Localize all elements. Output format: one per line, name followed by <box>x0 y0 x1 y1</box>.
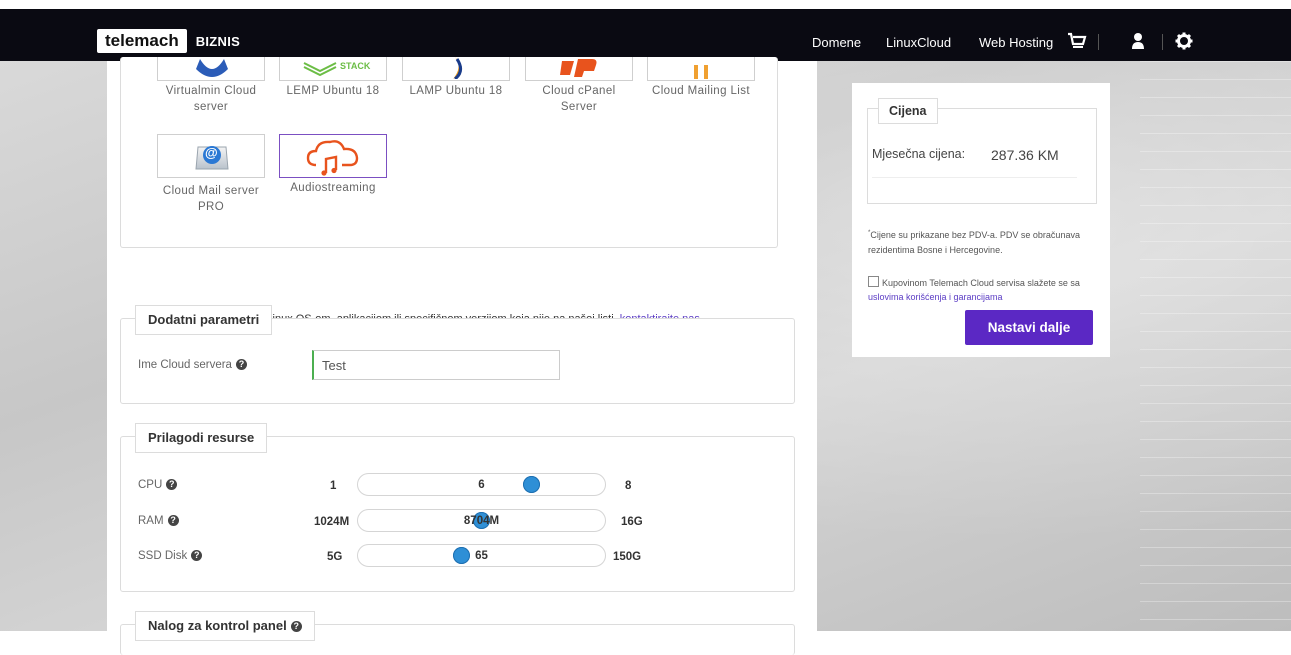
app-cpanel[interactable] <box>525 57 633 81</box>
app-label-audiostreaming: Audiostreaming <box>290 182 376 194</box>
app-label-cpanel: Cloud cPanel Server <box>542 85 616 113</box>
terms-checkbox[interactable] <box>868 276 879 287</box>
section-legend: Dodatni parametri <box>135 305 273 335</box>
nav-link-web-hosting[interactable]: Web Hosting <box>979 35 1053 50</box>
help-icon[interactable]: ? <box>235 359 247 371</box>
brand-name: telemach <box>97 29 187 53</box>
help-icon[interactable]: ? <box>191 550 203 562</box>
app-lamp[interactable] <box>402 57 510 81</box>
terms-agreement: Kupovinom Telemach Cloud servisa slažete… <box>868 276 1080 302</box>
help-icon[interactable]: ? <box>167 515 179 527</box>
terms-link[interactable]: uslovima korišćenja i garancijama <box>868 292 1003 302</box>
cloud-music-icon <box>306 140 359 176</box>
cpu-value: 6 <box>478 479 485 491</box>
ssd-min: 5G <box>327 551 343 563</box>
cpu-slider-thumb[interactable] <box>522 476 540 493</box>
background-decoration <box>1140 61 1291 631</box>
virtualmin-logo-icon <box>196 59 228 77</box>
brand-logo[interactable]: telemach BIZNIS <box>97 29 240 53</box>
ssd-value: 65 <box>475 550 488 562</box>
app-lemp[interactable]: STACK <box>279 57 387 81</box>
lemp-logo-icon <box>303 62 337 77</box>
app-label-lemp: LEMP Ubuntu 18 <box>286 85 380 97</box>
cpu-max: 8 <box>625 480 632 492</box>
ram-min: 1024M <box>314 516 350 528</box>
server-name-input[interactable] <box>312 350 560 380</box>
app-mailing-list[interactable] <box>647 57 755 81</box>
app-label-mailing-list: Cloud Mailing List <box>652 85 750 97</box>
control-panel-account-section: Nalog za kontrol panel? <box>120 611 795 655</box>
user-icon[interactable] <box>1131 32 1145 54</box>
ram-label: RAM? <box>138 515 179 527</box>
top-navbar: telemach BIZNIS Domene LinuxCloud Web Ho… <box>0 9 1291 61</box>
help-icon[interactable]: ? <box>166 479 178 491</box>
app-label-mail-server-pro: Cloud Mail server PRO <box>162 185 260 213</box>
nav-separator <box>1098 34 1099 50</box>
app-label-lamp: LAMP Ubuntu 18 <box>409 85 503 97</box>
ram-value: 8704M <box>463 515 500 527</box>
section-legend: Nalog za kontrol panel? <box>135 611 315 641</box>
nav-link-domene[interactable]: Domene <box>812 35 861 50</box>
mailing-list-logo-icon <box>694 65 708 79</box>
server-name-label: Ime Cloud servera? <box>138 359 247 371</box>
apps-section: STACK Virtualmin Cloud server LEMP Ubuntu… <box>120 57 778 248</box>
nav-link-linuxcloud[interactable]: LinuxCloud <box>886 35 951 50</box>
section-legend: Prilagodi resurse <box>135 423 268 453</box>
gear-icon[interactable] <box>1175 32 1193 54</box>
continue-button[interactable]: Nastavi dalje <box>965 310 1093 345</box>
screen-top <box>0 0 1291 9</box>
ram-max: 16G <box>621 516 643 528</box>
divider <box>872 177 1077 178</box>
configuration-panel: STACK Virtualmin Cloud server LEMP Ubuntu… <box>107 57 817 655</box>
cpu-min: 1 <box>330 480 337 492</box>
cpanel-logo-icon <box>560 59 597 77</box>
app-audiostreaming[interactable] <box>279 134 387 178</box>
vat-disclaimer: *Cijene su prikazane bez PDV-a. PDV se o… <box>868 230 1080 255</box>
monthly-price-value: 287.36 KM <box>991 147 1059 163</box>
ssd-max: 150G <box>613 551 642 563</box>
lemp-logo-text: STACK <box>340 61 371 71</box>
price-card: Cijena Mjesečna cijena: 287.36 KM *Cijen… <box>852 83 1110 357</box>
monthly-price-label: Mjesečna cijena: <box>872 147 966 161</box>
nav-separator <box>1162 34 1163 50</box>
cpu-label: CPU? <box>138 479 178 491</box>
app-label-virtualmin: Virtualmin Cloud server <box>165 85 257 113</box>
cart-icon[interactable] <box>1067 32 1087 54</box>
lamp-logo-icon <box>453 57 462 81</box>
help-icon[interactable]: ? <box>290 621 302 633</box>
brand-sub: BIZNIS <box>195 33 241 49</box>
ssd-label: SSD Disk? <box>138 550 203 562</box>
app-virtualmin[interactable] <box>157 57 265 81</box>
mail-logo-text: @ <box>205 145 218 160</box>
app-mail-server-pro[interactable]: @ <box>157 134 265 178</box>
price-legend: Cijena <box>878 98 938 124</box>
